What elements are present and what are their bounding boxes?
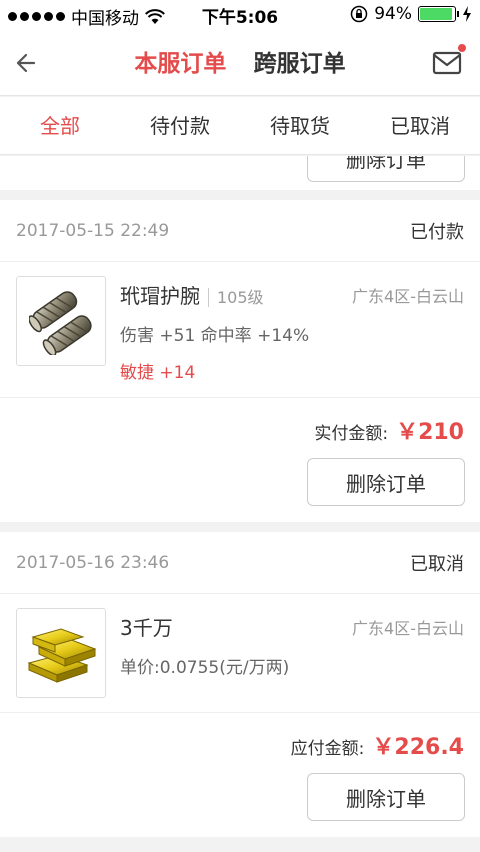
mail-icon [432, 51, 462, 75]
delete-order-button[interactable]: 删除订单 [307, 773, 465, 821]
total-label: 应付金额: [290, 739, 365, 759]
filter-all[interactable]: 全部 [0, 97, 120, 154]
item-name: 玳瑁护腕 [120, 284, 200, 308]
order-status: 已付款 [410, 221, 464, 243]
item-level: 105级 [208, 288, 264, 307]
delete-order-button[interactable]: 删除订单 [307, 458, 465, 506]
order-status: 已取消 [410, 553, 464, 575]
status-right: 94% [350, 4, 472, 24]
filter-pending-pickup[interactable]: 待取货 [240, 97, 360, 154]
order-total: 应付金额: ￥226.4 [0, 713, 480, 761]
total-label: 实付金额: [314, 424, 389, 444]
item-unit-price: 单价:0.0755(元/万两) [120, 658, 290, 678]
gold-bars-icon [27, 628, 97, 683]
item-thumbnail [16, 608, 106, 698]
order-time: 2017-05-15 22:49 [16, 220, 170, 241]
status-bar: 中国移动 下午5:06 94% [0, 0, 480, 30]
charging-icon [463, 6, 471, 22]
order-header: 2017-05-16 23:46 已取消 [0, 532, 480, 594]
total-amount: ￥226.4 [372, 735, 464, 760]
order-card: 2017-05-16 23:46 已取消 3千万 广东4区-白云山 单价:0.0… [0, 532, 480, 837]
order-card-partial: 删除订单 [0, 156, 480, 190]
item-info: 玳瑁护腕 105级 广东4区-白云山 伤害 +51 命中率 +14% 敏捷 +14 [120, 276, 464, 383]
filter-tabs: 全部 待付款 待取货 已取消 [0, 97, 480, 155]
item-name: 3千万 [120, 616, 173, 640]
nav-tabs: 本服订单 跨服订单 [0, 44, 480, 78]
rotation-lock-icon [350, 5, 368, 23]
notification-badge [458, 44, 466, 52]
battery-icon [418, 6, 459, 22]
delete-order-button[interactable]: 删除订单 [307, 156, 465, 182]
item-info: 3千万 广东4区-白云山 单价:0.0755(元/万两) [120, 608, 464, 698]
tab-local-orders[interactable]: 本服订单 [134, 51, 226, 77]
filter-cancelled[interactable]: 已取消 [360, 97, 480, 154]
item-attributes: 伤害 +51 命中率 +14% [120, 326, 310, 346]
tab-cross-orders[interactable]: 跨服订单 [254, 51, 346, 77]
item-region: 广东4区-白云山 [352, 618, 464, 638]
order-total: 实付金额: ￥210 [0, 398, 480, 446]
order-time: 2017-05-16 23:46 [16, 552, 170, 573]
order-list: 删除订单 2017-05-15 22:49 已付款 玳瑁护腕 105级 广东4区… [0, 156, 480, 852]
item-special-attribute: 敏捷 +14 [120, 363, 196, 383]
order-card: 2017-05-15 22:49 已付款 玳瑁护腕 105级 广东4区-白云山 … [0, 200, 480, 522]
filter-pending-payment[interactable]: 待付款 [120, 97, 240, 154]
bracer-icon [29, 291, 92, 355]
order-item[interactable]: 3千万 广东4区-白云山 单价:0.0755(元/万两) [0, 594, 480, 713]
nav-bar: 本服订单 跨服订单 [0, 30, 480, 96]
battery-percent: 94% [374, 4, 412, 24]
item-thumbnail [16, 276, 106, 366]
total-amount: ￥210 [396, 420, 464, 445]
item-region: 广东4区-白云山 [352, 286, 464, 306]
mail-button[interactable] [432, 44, 466, 76]
order-item[interactable]: 玳瑁护腕 105级 广东4区-白云山 伤害 +51 命中率 +14% 敏捷 +14 [0, 262, 480, 398]
order-header: 2017-05-15 22:49 已付款 [0, 200, 480, 262]
